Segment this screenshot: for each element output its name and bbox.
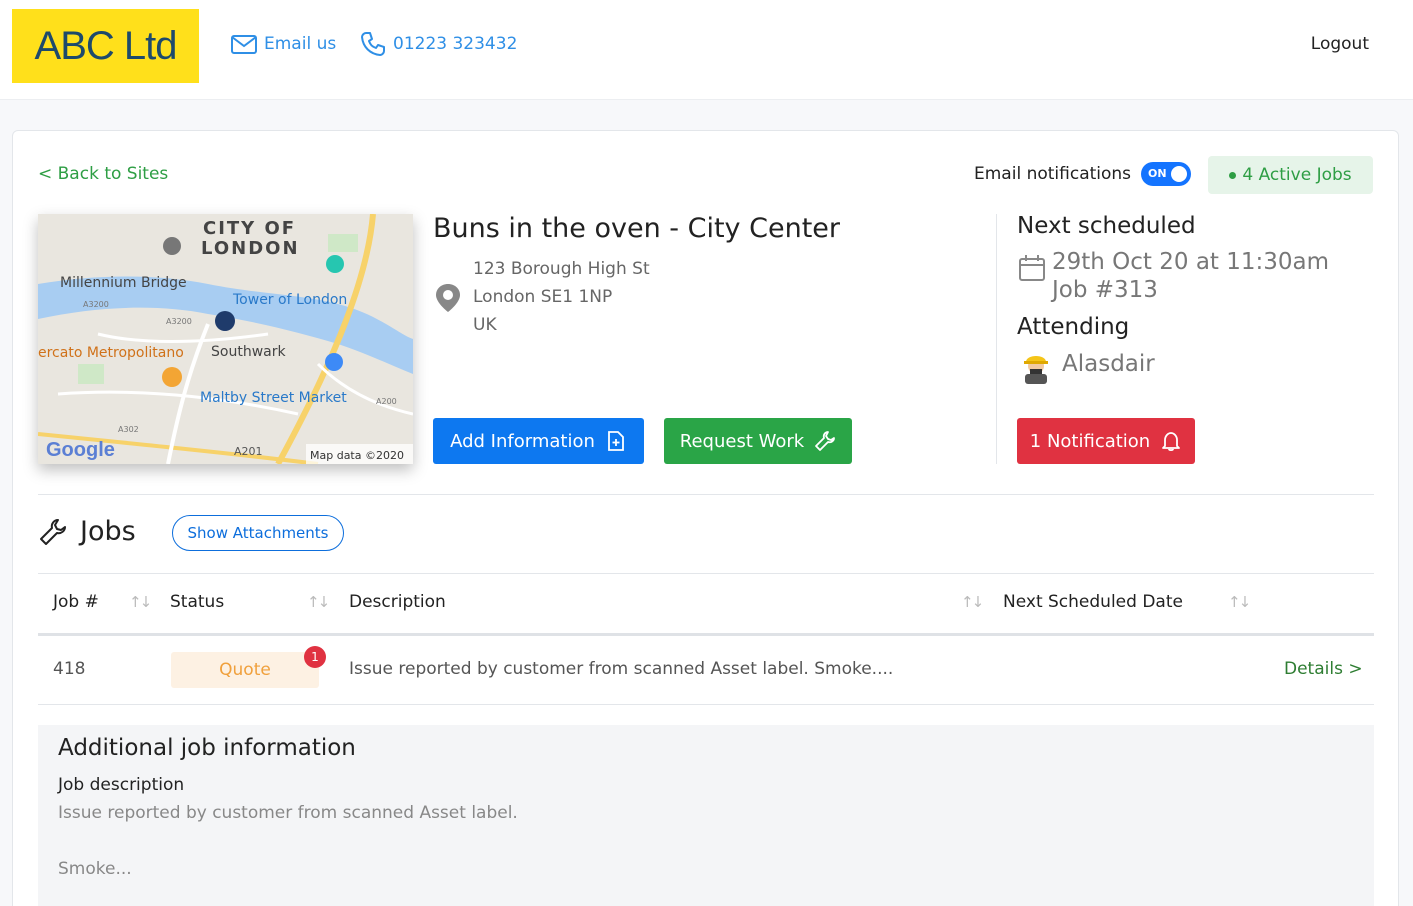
- job-description-text: Issue reported by customer from scanned …: [58, 803, 518, 823]
- calendar-icon: [1019, 255, 1045, 281]
- additional-job-info-panel: Additional job information Job descripti…: [38, 725, 1374, 906]
- logo-text: ABC Ltd: [34, 23, 178, 68]
- construction-worker-icon: [1024, 356, 1048, 384]
- company-logo[interactable]: ABC Ltd: [12, 9, 199, 83]
- logout-link[interactable]: Logout: [1311, 34, 1369, 54]
- site-map[interactable]: CITY OF LONDON Millennium Bridge Tower o…: [38, 214, 413, 464]
- map-label: Tower of London: [232, 292, 347, 308]
- active-jobs-label: 4 Active Jobs: [1242, 165, 1352, 185]
- phone-icon: [361, 32, 385, 56]
- active-jobs-badge: 4 Active Jobs: [1208, 156, 1373, 194]
- sort-icon[interactable]: ↑↓: [129, 593, 152, 611]
- request-work-label: Request Work: [679, 430, 805, 452]
- attendee-name: Alasdair: [1062, 351, 1155, 377]
- next-scheduled-job: Job #313: [1052, 277, 1158, 303]
- sort-icon[interactable]: ↑↓: [1228, 593, 1251, 611]
- map-label: LONDON: [201, 238, 300, 259]
- envelope-icon: [231, 35, 257, 54]
- sort-icon[interactable]: ↑↓: [307, 593, 330, 611]
- email-us-link[interactable]: Email us: [230, 30, 336, 58]
- email-us-label: Email us: [264, 34, 337, 54]
- address-line: UK: [473, 315, 497, 335]
- status-dot-icon: [1229, 171, 1237, 179]
- sort-icon[interactable]: ↑↓: [961, 593, 984, 611]
- job-description-cell: Issue reported by customer from scanned …: [349, 659, 894, 679]
- map-label: ercato Metropolitano: [38, 345, 184, 361]
- request-work-button[interactable]: Request Work: [664, 418, 852, 464]
- jobs-header: Jobs: [38, 516, 136, 547]
- email-notifications: Email notifications ON: [974, 162, 1192, 186]
- row-divider: [38, 704, 1374, 705]
- table-header-border: [38, 633, 1374, 636]
- jobs-title: Jobs: [80, 516, 136, 547]
- map-label: Southwark: [211, 344, 286, 360]
- google-logo: Google: [46, 439, 115, 461]
- address-line: London SE1 1NP: [473, 287, 613, 307]
- wrench-icon: [815, 431, 836, 451]
- column-header-job-number[interactable]: Job #: [53, 592, 99, 612]
- notification-count-badge: 1: [304, 646, 326, 668]
- map-label: Millennium Bridge: [60, 275, 187, 291]
- map-image: CITY OF LONDON Millennium Bridge Tower o…: [38, 214, 413, 464]
- map-label: A302: [118, 425, 139, 434]
- next-scheduled-heading: Next scheduled: [1017, 213, 1196, 239]
- column-header-next-scheduled-date[interactable]: Next Scheduled Date: [1003, 592, 1183, 612]
- email-notifications-label: Email notifications: [974, 164, 1132, 184]
- add-information-label: Add Information: [450, 430, 595, 452]
- map-label: A200: [376, 397, 397, 406]
- site-title: Buns in the oven - City Center: [433, 213, 840, 244]
- toggle-knob: [1171, 166, 1188, 182]
- job-description-more: Smoke...: [58, 859, 132, 879]
- column-divider: [996, 214, 997, 464]
- map-label: A3200: [166, 317, 192, 326]
- file-plus-icon: [607, 431, 624, 451]
- address-line: 123 Borough High St: [473, 259, 650, 279]
- wrench-icon: [40, 518, 66, 545]
- notification-label: 1 Notification: [1029, 430, 1151, 452]
- map-label: A201: [234, 445, 263, 458]
- phone-link[interactable]: 01223 323432: [359, 30, 517, 58]
- map-attribution: Map data ©2020: [310, 449, 404, 462]
- section-divider: [38, 494, 1374, 495]
- site-card: < Back to Sites Email notifications ON 4…: [12, 130, 1399, 906]
- job-description-label: Job description: [58, 775, 185, 795]
- details-link[interactable]: Details >: [1284, 659, 1363, 679]
- location-pin-icon: [436, 284, 460, 312]
- attending-heading: Attending: [1017, 314, 1130, 340]
- map-label: A3200: [83, 300, 109, 309]
- additional-info-title: Additional job information: [58, 735, 356, 761]
- status-badge: Quote: [171, 652, 319, 688]
- table-top-border: [38, 573, 1374, 574]
- map-label: Maltby Street Market: [200, 390, 347, 406]
- next-scheduled-date: 29th Oct 20 at 11:30am: [1052, 249, 1330, 275]
- top-header: ABC Ltd Email us 01223 323432 Logout: [0, 0, 1413, 100]
- map-label: CITY OF: [203, 218, 296, 239]
- add-information-button[interactable]: Add Information: [433, 418, 644, 464]
- bell-icon: [1162, 432, 1181, 452]
- column-header-status[interactable]: Status: [170, 592, 224, 612]
- phone-number: 01223 323432: [393, 34, 518, 54]
- column-header-description[interactable]: Description: [349, 592, 446, 612]
- back-to-sites-link[interactable]: < Back to Sites: [38, 164, 168, 184]
- job-number-cell: 418: [53, 659, 86, 679]
- notification-button[interactable]: 1 Notification: [1017, 418, 1195, 464]
- show-attachments-button[interactable]: Show Attachments: [172, 515, 344, 551]
- toggle-state-label: ON: [1148, 167, 1167, 180]
- email-notifications-toggle[interactable]: ON: [1141, 162, 1192, 186]
